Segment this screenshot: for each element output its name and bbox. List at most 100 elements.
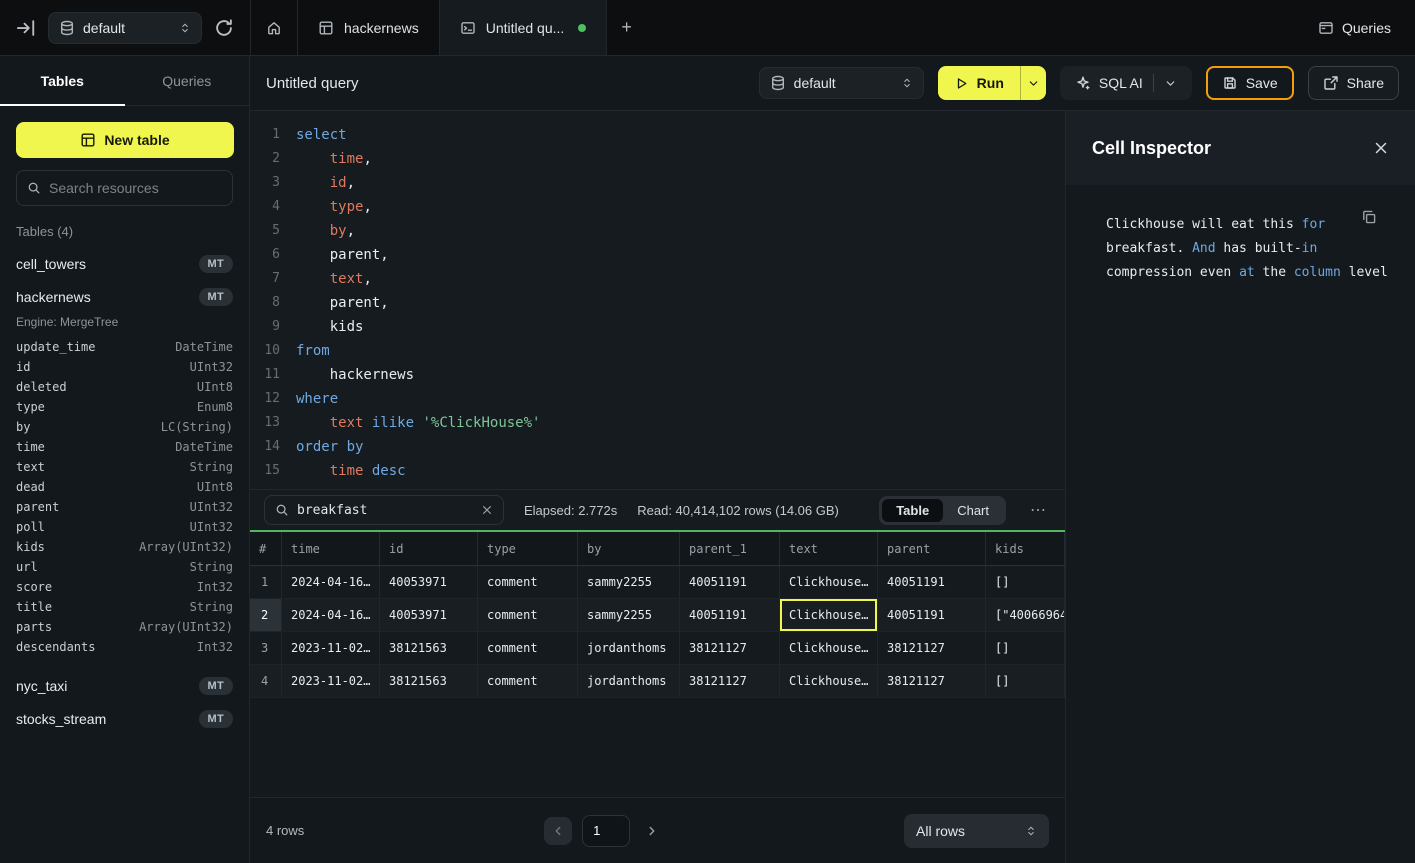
clear-search-icon[interactable] bbox=[481, 504, 493, 516]
topbar-database-selector[interactable]: default bbox=[48, 12, 202, 44]
column-header-kids[interactable]: kids bbox=[986, 532, 1065, 565]
table-cell[interactable]: 40051191 bbox=[680, 599, 780, 631]
table-cell[interactable]: 40051191 bbox=[878, 599, 986, 631]
page-number-value[interactable] bbox=[593, 823, 619, 838]
sidebar-table-item-nyc_taxi[interactable]: nyc_taxiMT bbox=[0, 669, 249, 702]
sidebar-tab-queries[interactable]: Queries bbox=[125, 56, 250, 105]
code-text[interactable]: parent, bbox=[296, 291, 389, 315]
new-table-button[interactable]: New table bbox=[16, 122, 234, 158]
code-text[interactable]: id, bbox=[296, 171, 355, 195]
column-header-by[interactable]: by bbox=[578, 532, 680, 565]
table-cell[interactable]: [] bbox=[986, 566, 1065, 598]
row-number[interactable]: 4 bbox=[250, 665, 282, 697]
column-header-time[interactable]: time bbox=[282, 532, 380, 565]
query-database-selector[interactable]: default bbox=[759, 67, 924, 99]
tab-untitled-query[interactable]: Untitled qu... bbox=[440, 0, 608, 55]
code-text[interactable]: time, bbox=[296, 147, 372, 171]
table-cell[interactable]: 2023-11-02… bbox=[282, 665, 380, 697]
queries-button[interactable]: Queries bbox=[1318, 20, 1391, 36]
sidebar-table-item-cell_towers[interactable]: cell_towersMT bbox=[0, 247, 249, 280]
page-size-selector[interactable]: All rows bbox=[904, 814, 1049, 848]
row-number[interactable]: 3 bbox=[250, 632, 282, 664]
code-text[interactable]: where bbox=[296, 387, 338, 411]
row-number[interactable]: 2 bbox=[250, 599, 282, 631]
code-text[interactable]: from bbox=[296, 339, 330, 363]
new-tab-button[interactable]: + bbox=[607, 0, 646, 55]
results-search-input[interactable] bbox=[297, 503, 473, 518]
refresh-icon[interactable] bbox=[214, 18, 234, 38]
code-text[interactable]: text, bbox=[296, 267, 372, 291]
table-cell[interactable]: Clickhouse… bbox=[780, 566, 878, 598]
save-button[interactable]: Save bbox=[1206, 66, 1294, 100]
table-cell[interactable]: 2024-04-16… bbox=[282, 566, 380, 598]
tab-home[interactable] bbox=[250, 0, 298, 55]
table-cell[interactable]: 38121563 bbox=[380, 632, 478, 664]
column-header-id[interactable]: id bbox=[380, 532, 478, 565]
table-cell[interactable]: 2023-11-02… bbox=[282, 632, 380, 664]
table-cell[interactable]: sammy2255 bbox=[578, 566, 680, 598]
sql-ai-button[interactable]: SQL AI bbox=[1060, 66, 1192, 100]
code-text[interactable]: select bbox=[296, 123, 347, 147]
selected-table-cell[interactable]: Clickhouse… bbox=[780, 599, 878, 631]
code-text[interactable]: time desc bbox=[296, 459, 406, 483]
sidebar-search-input[interactable] bbox=[49, 180, 222, 196]
copy-icon[interactable] bbox=[1361, 209, 1377, 225]
close-icon[interactable] bbox=[1373, 140, 1389, 156]
table-cell[interactable]: 40053971 bbox=[380, 599, 478, 631]
sidebar-search[interactable] bbox=[16, 170, 233, 206]
table-cell[interactable]: ["40066964… bbox=[986, 599, 1065, 631]
table-cell[interactable]: 38121127 bbox=[680, 632, 780, 664]
code-text[interactable]: hackernews bbox=[296, 363, 414, 387]
code-text[interactable]: text ilike '%ClickHouse%' bbox=[296, 411, 540, 435]
table-cell[interactable]: 2024-04-16… bbox=[282, 599, 380, 631]
column-header-type[interactable]: type bbox=[478, 532, 578, 565]
code-text[interactable]: kids bbox=[296, 315, 363, 339]
column-header-rownum[interactable]: # bbox=[250, 532, 282, 565]
table-cell[interactable]: 38121563 bbox=[380, 665, 478, 697]
table-cell[interactable]: comment bbox=[478, 632, 578, 664]
next-page-button[interactable] bbox=[640, 819, 664, 843]
sidebar-table-item-hackernews[interactable]: hackernewsMT bbox=[0, 280, 249, 313]
page-number-input[interactable] bbox=[582, 815, 630, 847]
share-button[interactable]: Share bbox=[1308, 66, 1399, 100]
elapsed-stat: Elapsed: 2.772s bbox=[524, 503, 617, 518]
column-header-text[interactable]: text bbox=[780, 532, 878, 565]
table-cell[interactable]: 38121127 bbox=[878, 665, 986, 697]
sidebar-tab-tables[interactable]: Tables bbox=[0, 56, 125, 105]
table-cell[interactable]: comment bbox=[478, 566, 578, 598]
code-text[interactable]: order by bbox=[296, 435, 363, 459]
sql-editor[interactable]: 1select2 time,3 id,4 type,5 by,6 parent,… bbox=[250, 111, 1065, 490]
code-text[interactable]: parent, bbox=[296, 243, 389, 267]
sidebar-table-item-stocks_stream[interactable]: stocks_streamMT bbox=[0, 702, 249, 735]
table-cell[interactable]: Clickhouse… bbox=[780, 665, 878, 697]
code-text[interactable]: type, bbox=[296, 195, 372, 219]
toggle-chart[interactable]: Chart bbox=[943, 499, 1003, 522]
table-cell[interactable]: 38121127 bbox=[680, 665, 780, 697]
table-cell[interactable]: [] bbox=[986, 665, 1065, 697]
table-engine-label: Engine: MergeTree bbox=[0, 313, 249, 337]
run-options-caret[interactable] bbox=[1020, 66, 1046, 100]
run-button-main[interactable]: Run bbox=[938, 66, 1020, 100]
prev-page-button[interactable] bbox=[544, 817, 572, 845]
table-cell[interactable]: [] bbox=[986, 632, 1065, 664]
results-search[interactable] bbox=[264, 495, 504, 525]
table-cell[interactable]: sammy2255 bbox=[578, 599, 680, 631]
row-number[interactable]: 1 bbox=[250, 566, 282, 598]
table-cell[interactable]: 40051191 bbox=[680, 566, 780, 598]
table-cell[interactable]: jordanthoms bbox=[578, 665, 680, 697]
toggle-table[interactable]: Table bbox=[882, 499, 943, 522]
table-cell[interactable]: Clickhouse… bbox=[780, 632, 878, 664]
results-menu-button[interactable]: ⋯ bbox=[1026, 500, 1051, 520]
code-text[interactable]: by, bbox=[296, 219, 355, 243]
tab-hackernews[interactable]: hackernews bbox=[298, 0, 440, 55]
column-header-parent[interactable]: parent bbox=[878, 532, 986, 565]
table-cell[interactable]: 40053971 bbox=[380, 566, 478, 598]
table-cell[interactable]: jordanthoms bbox=[578, 632, 680, 664]
run-button[interactable]: Run bbox=[938, 66, 1046, 100]
table-cell[interactable]: comment bbox=[478, 665, 578, 697]
collapse-sidebar-icon[interactable] bbox=[16, 18, 36, 38]
table-cell[interactable]: comment bbox=[478, 599, 578, 631]
column-header-parent_1[interactable]: parent_1 bbox=[680, 532, 780, 565]
table-cell[interactable]: 40051191 bbox=[878, 566, 986, 598]
table-cell[interactable]: 38121127 bbox=[878, 632, 986, 664]
